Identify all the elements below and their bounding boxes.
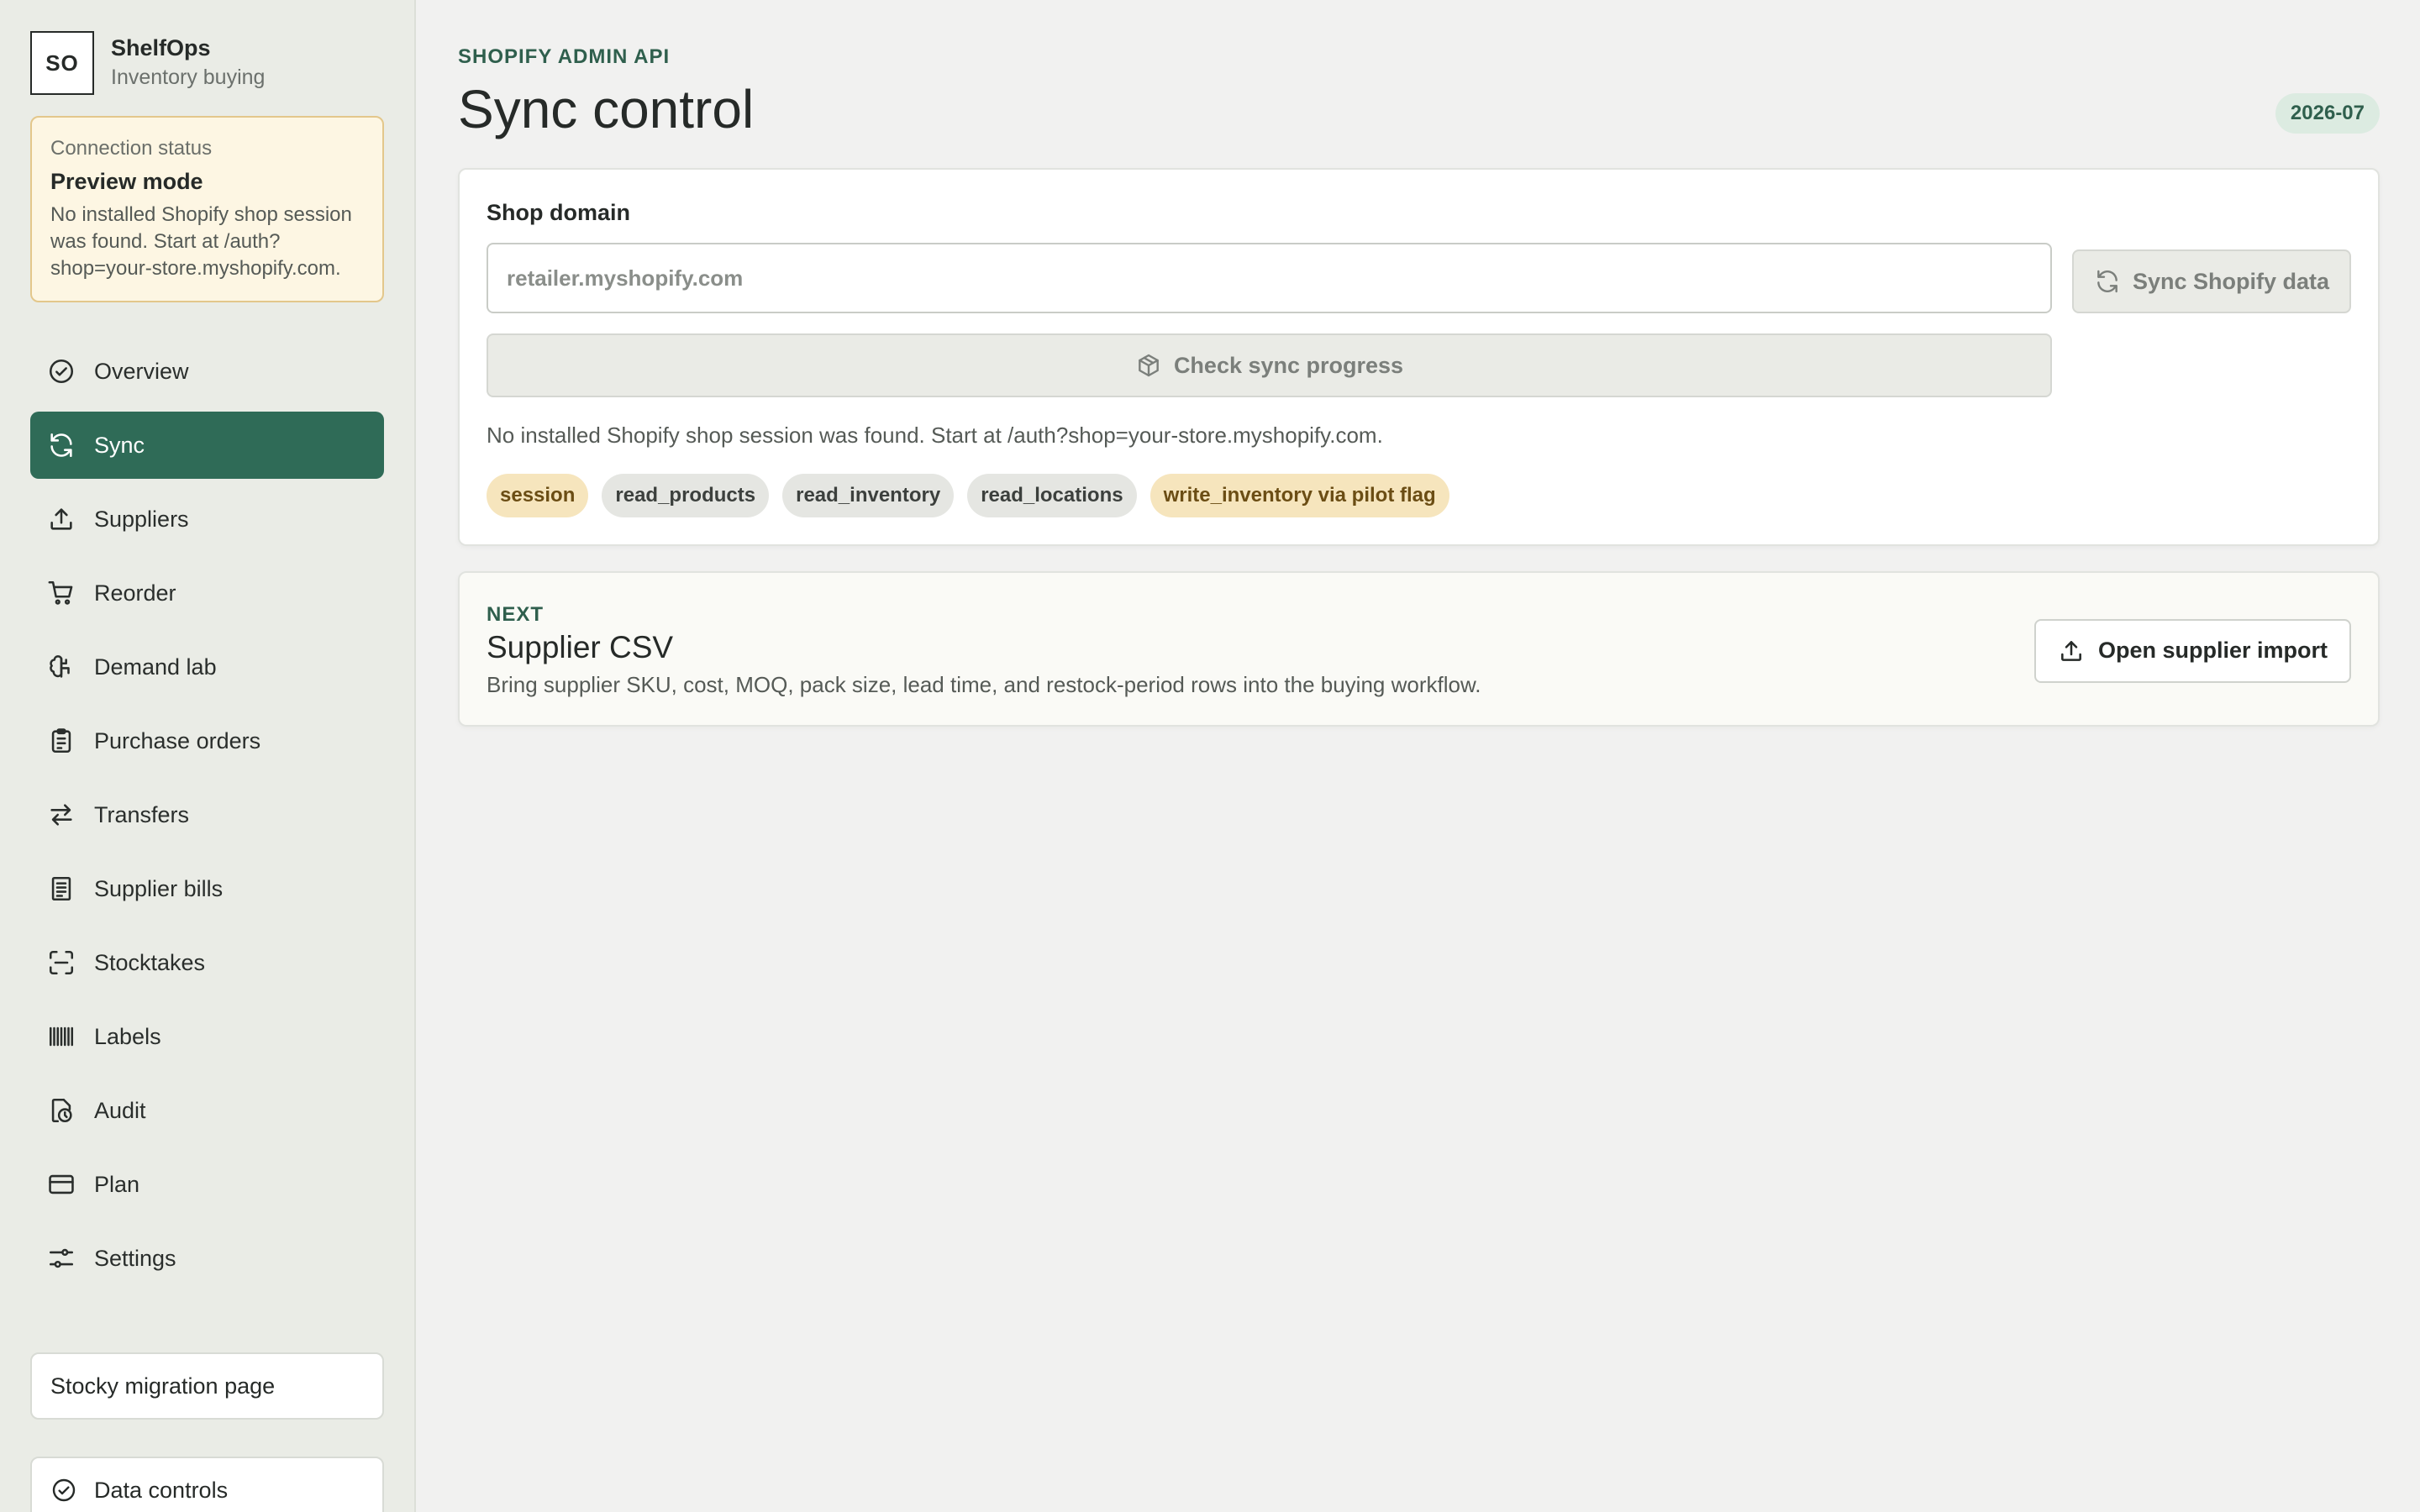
sidebar-item-demand-lab[interactable]: Demand lab bbox=[30, 633, 384, 701]
stocky-migration-link[interactable]: Stocky migration page bbox=[30, 1352, 384, 1420]
check-sync-progress-button[interactable]: Check sync progress bbox=[487, 333, 2052, 397]
check-sync-progress-label: Check sync progress bbox=[1173, 352, 1404, 378]
sidebar-item-label: Sync bbox=[94, 432, 145, 458]
sidebar-item-label: Reorder bbox=[94, 580, 176, 606]
data-controls-label: Data controls bbox=[94, 1477, 229, 1503]
page-eyebrow: SHOPIFY ADMIN API bbox=[458, 45, 671, 68]
open-supplier-import-button[interactable]: Open supplier import bbox=[2033, 618, 2351, 683]
sidebar-item-label: Supplier bills bbox=[94, 875, 224, 901]
sidebar-item-label: Suppliers bbox=[94, 506, 189, 532]
shop-domain-input[interactable] bbox=[487, 243, 2052, 313]
sidebar-item-sync[interactable]: Sync bbox=[30, 412, 384, 479]
brand-name: ShelfOps bbox=[111, 35, 211, 60]
sidebar-item-suppliers[interactable]: Suppliers bbox=[30, 486, 384, 553]
sidebar-item-supplier-bills[interactable]: Supplier bills bbox=[30, 855, 384, 922]
sidebar-item-transfers[interactable]: Transfers bbox=[30, 781, 384, 848]
scope-chip-write-inventory: write_inventory via pilot flag bbox=[1150, 474, 1449, 517]
arrows-swap-icon bbox=[50, 804, 72, 826]
page-title: Sync control bbox=[458, 79, 755, 139]
sidebar-item-label: Demand lab bbox=[94, 654, 217, 680]
sidebar-item-plan[interactable]: Plan bbox=[30, 1151, 384, 1218]
refresh-icon bbox=[50, 433, 72, 458]
shop-domain-label: Shop domain bbox=[487, 200, 630, 225]
connection-status-card: Connection status Preview mode No instal… bbox=[30, 116, 384, 302]
sliders-icon bbox=[49, 1248, 74, 1268]
brand-logo: SO bbox=[30, 31, 94, 95]
open-supplier-import-label: Open supplier import bbox=[2097, 638, 2328, 663]
sidebar-nav: Overview Sync Suppliers Reorder Demand l… bbox=[30, 338, 384, 1292]
sidebar-item-label: Transfers bbox=[94, 801, 190, 827]
scope-chip-read-inventory: read_inventory bbox=[782, 474, 955, 517]
next-step-card: NEXT Supplier CSV Bring supplier SKU, co… bbox=[458, 571, 2380, 727]
file-clock-icon bbox=[51, 1098, 72, 1123]
data-controls-link[interactable]: Data controls bbox=[30, 1457, 384, 1512]
upload-icon bbox=[2061, 640, 2081, 661]
sidebar-item-label: Labels bbox=[94, 1023, 161, 1049]
sidebar-item-overview[interactable]: Overview bbox=[30, 338, 384, 405]
sidebar-item-label: Audit bbox=[94, 1097, 146, 1123]
connection-status-label: Connection status bbox=[50, 137, 213, 160]
upload-icon bbox=[50, 508, 72, 530]
sidebar-item-label: Settings bbox=[94, 1245, 176, 1271]
sidebar-item-label: Stocktakes bbox=[94, 949, 206, 975]
sidebar-item-label: Overview bbox=[94, 358, 189, 384]
sync-shopify-data-button[interactable]: Sync Shopify data bbox=[2072, 249, 2351, 313]
main-content: SHOPIFY ADMIN API Sync control 2026-07 S… bbox=[416, 0, 2420, 1512]
refresh-icon bbox=[2097, 270, 2118, 293]
sidebar-item-label: Plan bbox=[94, 1171, 140, 1197]
sidebar-item-labels[interactable]: Labels bbox=[30, 1003, 384, 1070]
shield-icon bbox=[52, 1478, 76, 1502]
clipboard-icon bbox=[51, 728, 71, 753]
sidebar-item-purchase-orders[interactable]: Purchase orders bbox=[30, 707, 384, 774]
api-version-badge: 2026-07 bbox=[2275, 93, 2380, 134]
session-message: No installed Shopify shop session was fo… bbox=[487, 423, 1383, 448]
scope-chip-session: session bbox=[487, 474, 589, 517]
connection-mode: Preview mode bbox=[50, 169, 203, 194]
sidebar-item-settings[interactable]: Settings bbox=[30, 1225, 384, 1292]
sidebar-item-stocktakes[interactable]: Stocktakes bbox=[30, 929, 384, 996]
sidebar-item-audit[interactable]: Audit bbox=[30, 1077, 384, 1144]
scope-chip-read-products: read_products bbox=[602, 474, 770, 517]
sidebar-item-label: Purchase orders bbox=[94, 727, 261, 753]
sidebar-item-reorder[interactable]: Reorder bbox=[30, 559, 384, 627]
credit-card-icon bbox=[49, 1174, 74, 1194]
receipt-icon bbox=[51, 876, 71, 901]
sync-card: Shop domain Check sync progress Sync Sho… bbox=[458, 168, 2380, 546]
cart-icon bbox=[48, 580, 73, 605]
brain-icon bbox=[50, 655, 70, 678]
scope-chip-read-locations: read_locations bbox=[967, 474, 1137, 517]
next-description: Bring supplier SKU, cost, MOQ, pack size… bbox=[487, 672, 1481, 697]
scope-chips: session read_products read_inventory rea… bbox=[487, 474, 2351, 517]
next-title: Supplier CSV bbox=[487, 630, 674, 664]
brand-subtitle: Inventory buying bbox=[111, 66, 266, 89]
sidebar: SO ShelfOps Inventory buying Connection … bbox=[0, 0, 416, 1512]
scan-icon bbox=[49, 950, 74, 975]
check-circle-icon bbox=[49, 359, 74, 384]
connection-message: No installed Shopify shop session was fo… bbox=[50, 203, 352, 280]
barcode-icon bbox=[49, 1026, 74, 1047]
package-icon bbox=[1139, 354, 1159, 377]
next-eyebrow: NEXT bbox=[487, 603, 544, 626]
brand: SO ShelfOps Inventory buying bbox=[30, 30, 384, 96]
sync-shopify-data-label: Sync Shopify data bbox=[2132, 268, 2330, 294]
